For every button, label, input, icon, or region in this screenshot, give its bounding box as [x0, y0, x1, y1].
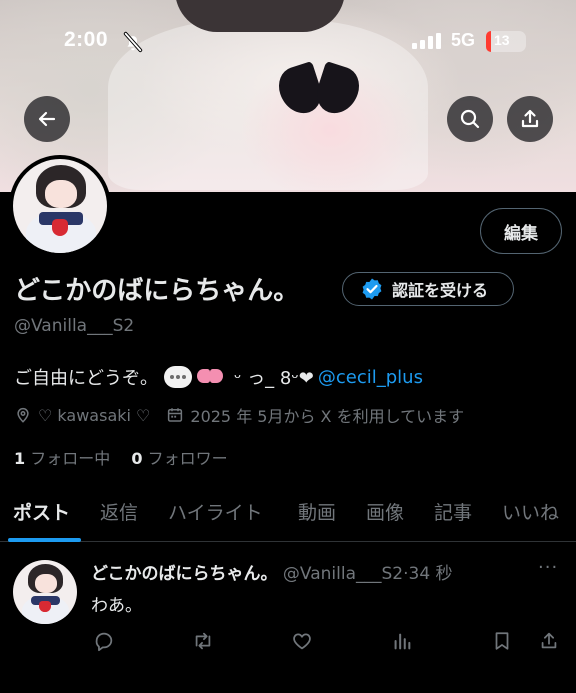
followers-link[interactable]: 0 フォロワー	[131, 449, 227, 468]
post-author-name[interactable]: どこかのばにらちゃん。	[91, 564, 278, 584]
followers-label: フォロワー	[147, 449, 228, 468]
tab-highlights[interactable]: ハイライト	[168, 498, 263, 525]
bio-text: ご自由にどうぞ。	[14, 368, 158, 389]
post-author-handle: @Vanilla___S2	[282, 564, 404, 584]
bookmark-icon	[495, 632, 509, 650]
bio-kaomoji: ᵕ っ_ 8ᵕ❤	[234, 368, 314, 389]
search-icon	[460, 109, 480, 129]
tab-posts[interactable]: ポスト	[13, 498, 70, 525]
post-share-button[interactable]	[535, 627, 563, 655]
tab-likes[interactable]: いいね	[502, 498, 559, 525]
display-name: どこかのばにらちゃん。	[14, 276, 300, 306]
battery-fill	[486, 31, 491, 52]
post-avatar[interactable]	[13, 560, 77, 624]
heart-icon	[293, 633, 311, 650]
reply-icon	[95, 632, 113, 652]
post-more-button[interactable]: ···	[538, 557, 558, 578]
get-verified-button[interactable]: 認証を受ける	[342, 272, 514, 306]
post-header: どこかのばにらちゃん。 @Vanilla___S2·34 秒	[91, 559, 453, 584]
post-actions	[0, 627, 576, 657]
followers-count: 0	[131, 449, 143, 468]
back-button[interactable]	[24, 96, 70, 142]
location-pin-icon	[17, 407, 29, 423]
network-type: 5G	[451, 30, 476, 50]
profile-bio: ご自由にどうぞ。 ᵕ っ_ 8ᵕ❤ @cecil_plus	[14, 364, 423, 390]
avatar-face	[34, 574, 57, 594]
speech-bubble-emoji-icon	[164, 366, 192, 388]
signal-icon	[412, 33, 441, 49]
analytics-icon	[394, 633, 411, 650]
profile-handle: @Vanilla___S2	[14, 316, 135, 336]
profile-avatar[interactable]	[9, 155, 111, 257]
post-item[interactable]: どこかのばにらちゃん。 @Vanilla___S2·34 秒 ··· わあ。	[0, 543, 576, 693]
search-button[interactable]	[447, 96, 493, 142]
profile-location: ♡ kawasaki ♡	[38, 405, 151, 425]
post-timestamp[interactable]: 34 秒	[409, 564, 453, 584]
follow-stats: 1 フォロー中 0 フォロワー	[14, 445, 244, 469]
repost-icon	[195, 632, 211, 650]
following-count: 1	[14, 449, 26, 468]
battery-level: 13	[494, 32, 510, 48]
status-bar: 2:00 5G 13	[0, 28, 576, 58]
tab-articles[interactable]: 記事	[434, 498, 472, 525]
bell-slash-icon	[123, 31, 143, 53]
views-button[interactable]	[388, 627, 416, 655]
like-button[interactable]	[288, 627, 316, 655]
share-icon	[521, 109, 539, 128]
avatar	[13, 159, 107, 253]
tab-photos[interactable]: 画像	[366, 498, 404, 525]
following-link[interactable]: 1 フォロー中	[14, 449, 110, 468]
post-text: わあ。	[91, 596, 142, 616]
active-tab-indicator	[8, 538, 81, 542]
share-button[interactable]	[507, 96, 553, 142]
bookmark-button[interactable]	[488, 627, 516, 655]
edit-profile-button[interactable]: 編集	[480, 208, 562, 254]
status-time: 2:00	[64, 28, 109, 51]
following-label: フォロー中	[30, 449, 111, 468]
share-icon	[541, 632, 557, 649]
avatar-face	[44, 179, 77, 208]
ribbon-emoji-icon	[196, 366, 224, 388]
profile-tabs: ポスト 返信 ハイライト 動画 画像 記事 いいね	[0, 490, 576, 542]
bio-mention-link[interactable]: @cecil_plus	[318, 367, 423, 388]
profile-meta: ♡ kawasaki ♡ 2025 年 5月から X を利用しています	[14, 403, 464, 427]
profile-joined-date: 2025 年 5月から X を利用しています	[190, 407, 465, 426]
reply-button[interactable]	[90, 627, 118, 655]
tab-replies[interactable]: 返信	[100, 498, 138, 525]
get-verified-label: 認証を受ける	[392, 281, 489, 300]
arrow-left-icon	[38, 111, 56, 127]
calendar-icon	[168, 408, 183, 422]
repost-button[interactable]	[189, 627, 217, 655]
verified-badge-icon	[362, 278, 382, 300]
battery-icon: 13	[486, 31, 526, 52]
tab-videos[interactable]: 動画	[298, 498, 336, 525]
